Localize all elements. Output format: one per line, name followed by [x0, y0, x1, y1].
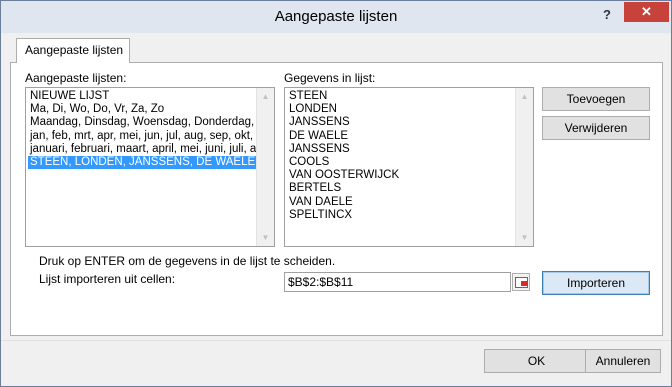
list-entry: SPELTINCX [289, 208, 353, 221]
list-entries-scrollbar[interactable]: ▲ ▼ [515, 88, 533, 246]
close-button[interactable]: ✕ [624, 2, 669, 22]
custom-lists-scrollbar[interactable]: ▲ ▼ [256, 88, 274, 246]
list-entry: JANSSENS [289, 116, 350, 129]
title-bar[interactable]: Aangepaste lijsten ? ✕ [1, 1, 671, 33]
custom-list-item[interactable]: STEEN, LONDEN, JANSSENS, DE WAELE, JANSS… [28, 155, 256, 170]
list-entries-textbox[interactable]: STEEN LONDEN JANSSENS DE WAELE JANSSENS COOLS… [284, 87, 534, 247]
footer-divider [1, 340, 671, 341]
window-title: Aangepaste lijsten [274, 8, 398, 25]
list-entry: JANSSENS [289, 142, 350, 155]
scroll-up-icon[interactable]: ▲ [257, 88, 274, 105]
custom-lists-items: NIEUWE LIJST Ma, Di, Wo, Do, Vr, Za, Zo Ma… [28, 90, 256, 170]
tab-custom-lists[interactable]: Aangepaste lijsten [16, 38, 130, 63]
list-entry: DE WAELE [289, 129, 349, 142]
add-button[interactable]: Toevoegen [542, 87, 650, 111]
scroll-up-icon[interactable]: ▲ [516, 88, 533, 105]
custom-lists-label: Aangepaste lijsten: [25, 71, 127, 85]
list-entries-items: STEEN LONDEN JANSSENS DE WAELE JANSSENS COOLS… [287, 90, 515, 222]
custom-list-item[interactable]: Ma, Di, Wo, Do, Vr, Za, Zo [28, 103, 256, 116]
help-button[interactable]: ? [599, 6, 615, 24]
list-entries-label: Gegevens in lijst: [284, 71, 376, 85]
import-button[interactable]: Importeren [542, 271, 650, 295]
list-entry: STEEN [289, 90, 328, 102]
cancel-button[interactable]: Annuleren [585, 349, 661, 373]
list-entry: COOLS [289, 155, 330, 168]
scroll-down-icon[interactable]: ▼ [257, 229, 274, 246]
custom-list-item[interactable]: jan, feb, mrt, apr, mei, jun, jul, aug, … [28, 130, 256, 143]
custom-lists-listbox[interactable]: NIEUWE LIJST Ma, Di, Wo, Do, Vr, Za, Zo Ma… [25, 87, 275, 247]
delete-button[interactable]: Verwijderen [542, 116, 650, 140]
ok-button[interactable]: OK [484, 349, 589, 373]
list-entry: VAN OOSTERWIJCK [289, 169, 400, 182]
tab-label: Aangepaste lijsten [25, 43, 124, 57]
scroll-down-icon[interactable]: ▼ [516, 229, 533, 246]
list-entry: LONDEN [289, 103, 337, 116]
range-picker-icon[interactable] [512, 273, 530, 291]
hint-text: Druk op ENTER om de gegevens in de lijst… [39, 254, 336, 268]
custom-list-item[interactable]: Maandag, Dinsdag, Woensdag, Donderdag, V… [28, 116, 256, 129]
custom-list-item[interactable]: januari, februari, maart, april, mei, ju… [28, 143, 256, 156]
list-entry: VAN DAELE [289, 195, 353, 208]
import-range-label: Lijst importeren uit cellen: [39, 272, 176, 286]
custom-lists-dialog: Aangepaste lijsten ? ✕ Aangepaste lijste… [0, 0, 672, 387]
tab-panel: Aangepaste lijsten: NIEUWE LIJST Ma, Di, … [10, 62, 663, 336]
import-range-input[interactable]: $B$2:$B$11 [284, 272, 511, 292]
list-entry: BERTELS [289, 182, 342, 195]
custom-list-item[interactable]: NIEUWE LIJST [28, 90, 256, 103]
